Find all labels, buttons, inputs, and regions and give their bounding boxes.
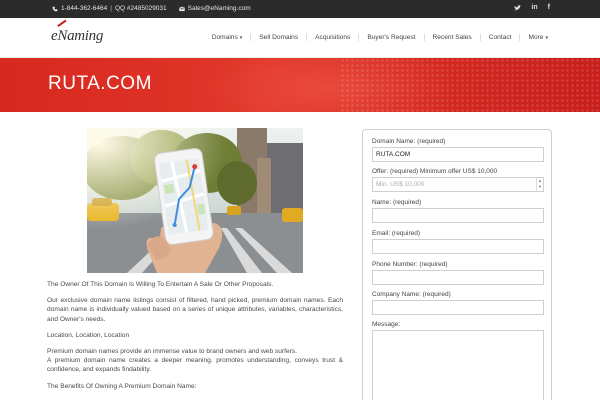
facebook-icon[interactable]: f [548, 4, 550, 11]
nav-item-label: Contact [488, 34, 512, 41]
site-logo[interactable]: eNaming [51, 19, 104, 45]
domain-field-group: Domain Name: (required) RUTA.COM [372, 138, 544, 162]
phone-label: Phone Number: (required) [372, 261, 448, 268]
caret-down-icon: ▾ [545, 35, 548, 41]
listing-paragraph: Our exclusive domain name listings consi… [47, 297, 343, 323]
nav-item-recent-sales[interactable]: Recent Sales [423, 34, 480, 41]
offer-input[interactable]: Min. US$ 10,000 [372, 177, 544, 192]
message-field-group: Message: [372, 321, 544, 400]
company-label: Company Name: (required) [372, 291, 451, 298]
name-label: Name: (required) [372, 199, 422, 206]
nav-item-label: Sell Domains [259, 34, 299, 41]
top-contact-bar: 1-844-362-6464 | QQ #2485029031 Sales@eN… [0, 0, 600, 18]
banner-dot-pattern [340, 58, 600, 112]
domain-name-input[interactable]: RUTA.COM [372, 147, 544, 162]
email-link[interactable]: Sales@eNaming.com [188, 5, 251, 12]
page-title: RUTA.COM [48, 73, 152, 94]
message-label: Message: [372, 321, 401, 328]
location-paragraph: Location, Location, Location [47, 331, 130, 339]
phone-number[interactable]: 1-844-362-6464 [61, 5, 107, 12]
nav-item-acquisitions[interactable]: Acquisitions [306, 34, 358, 41]
domain-label: Domain Name: (required) [372, 138, 446, 145]
benefits-heading: The Benefits Of Owning A Premium Domain … [47, 382, 197, 390]
intro-paragraph: The Owner Of This Domain Is Willing To E… [47, 281, 274, 288]
offer-field-group: Offer: (required) Minimum offer US$ 10,0… [372, 168, 544, 192]
caret-down-icon: ▾ [239, 35, 243, 41]
nav-item-label: More [528, 34, 544, 41]
company-field-group: Company Name: (required) [372, 291, 544, 315]
value-paragraph: Premium domain names provide an immense … [47, 348, 343, 374]
nav-item-sell-domains[interactable]: Sell Domains [250, 34, 306, 41]
nav-item-buyer-s-request[interactable]: Buyer's Request [358, 34, 423, 41]
offer-form: Domain Name: (required) RUTA.COM Offer: … [362, 129, 552, 400]
twitter-icon[interactable] [514, 4, 522, 11]
nav-item-domains[interactable]: Domains ▾ [204, 34, 251, 41]
envelope-icon [178, 6, 185, 11]
separator: | [110, 5, 112, 12]
nav-item-label: Recent Sales [432, 34, 472, 41]
contact-info: 1-844-362-6464 | QQ #2485029031 Sales@eN… [52, 5, 251, 12]
offer-label: Offer: (required) Minimum offer US$ 10,0… [372, 168, 498, 175]
hero-illustration [87, 128, 303, 273]
name-input[interactable] [372, 208, 544, 223]
qq-number: QQ #2485029031 [114, 5, 167, 12]
phone-field-group: Phone Number: (required) [372, 261, 544, 285]
nav-item-label: Domains [211, 34, 238, 41]
offer-stepper[interactable]: ▲ ▼ [536, 178, 543, 191]
email-input[interactable] [372, 239, 544, 254]
main-nav: Domains ▾ Sell Domains Acquisitions Buyer's … [204, 34, 556, 41]
page-banner: RUTA.COM [0, 58, 600, 112]
company-input[interactable] [372, 300, 544, 315]
social-links: in f [514, 4, 550, 11]
listing-description: The Owner Of This Domain Is Willing To E… [47, 280, 343, 398]
hero-image [87, 128, 303, 273]
nav-item-label: Acquisitions [315, 34, 351, 41]
phone-input[interactable] [372, 270, 544, 285]
email-label: Email: (required) [372, 230, 421, 237]
nav-item-contact[interactable]: Contact [479, 34, 520, 41]
nav-item-label: Buyer's Request [367, 34, 416, 41]
site-header: eNaming Domains ▾ Sell Domains Acquisitions… [0, 18, 600, 58]
nav-item-more[interactable]: More ▾ [519, 34, 556, 41]
logo-text: eNaming [51, 28, 104, 44]
email-field-group: Email: (required) [372, 230, 544, 254]
linkedin-icon[interactable]: in [531, 4, 537, 11]
name-field-group: Name: (required) [372, 199, 544, 223]
message-textarea[interactable] [372, 330, 544, 400]
phone-icon [52, 6, 58, 11]
